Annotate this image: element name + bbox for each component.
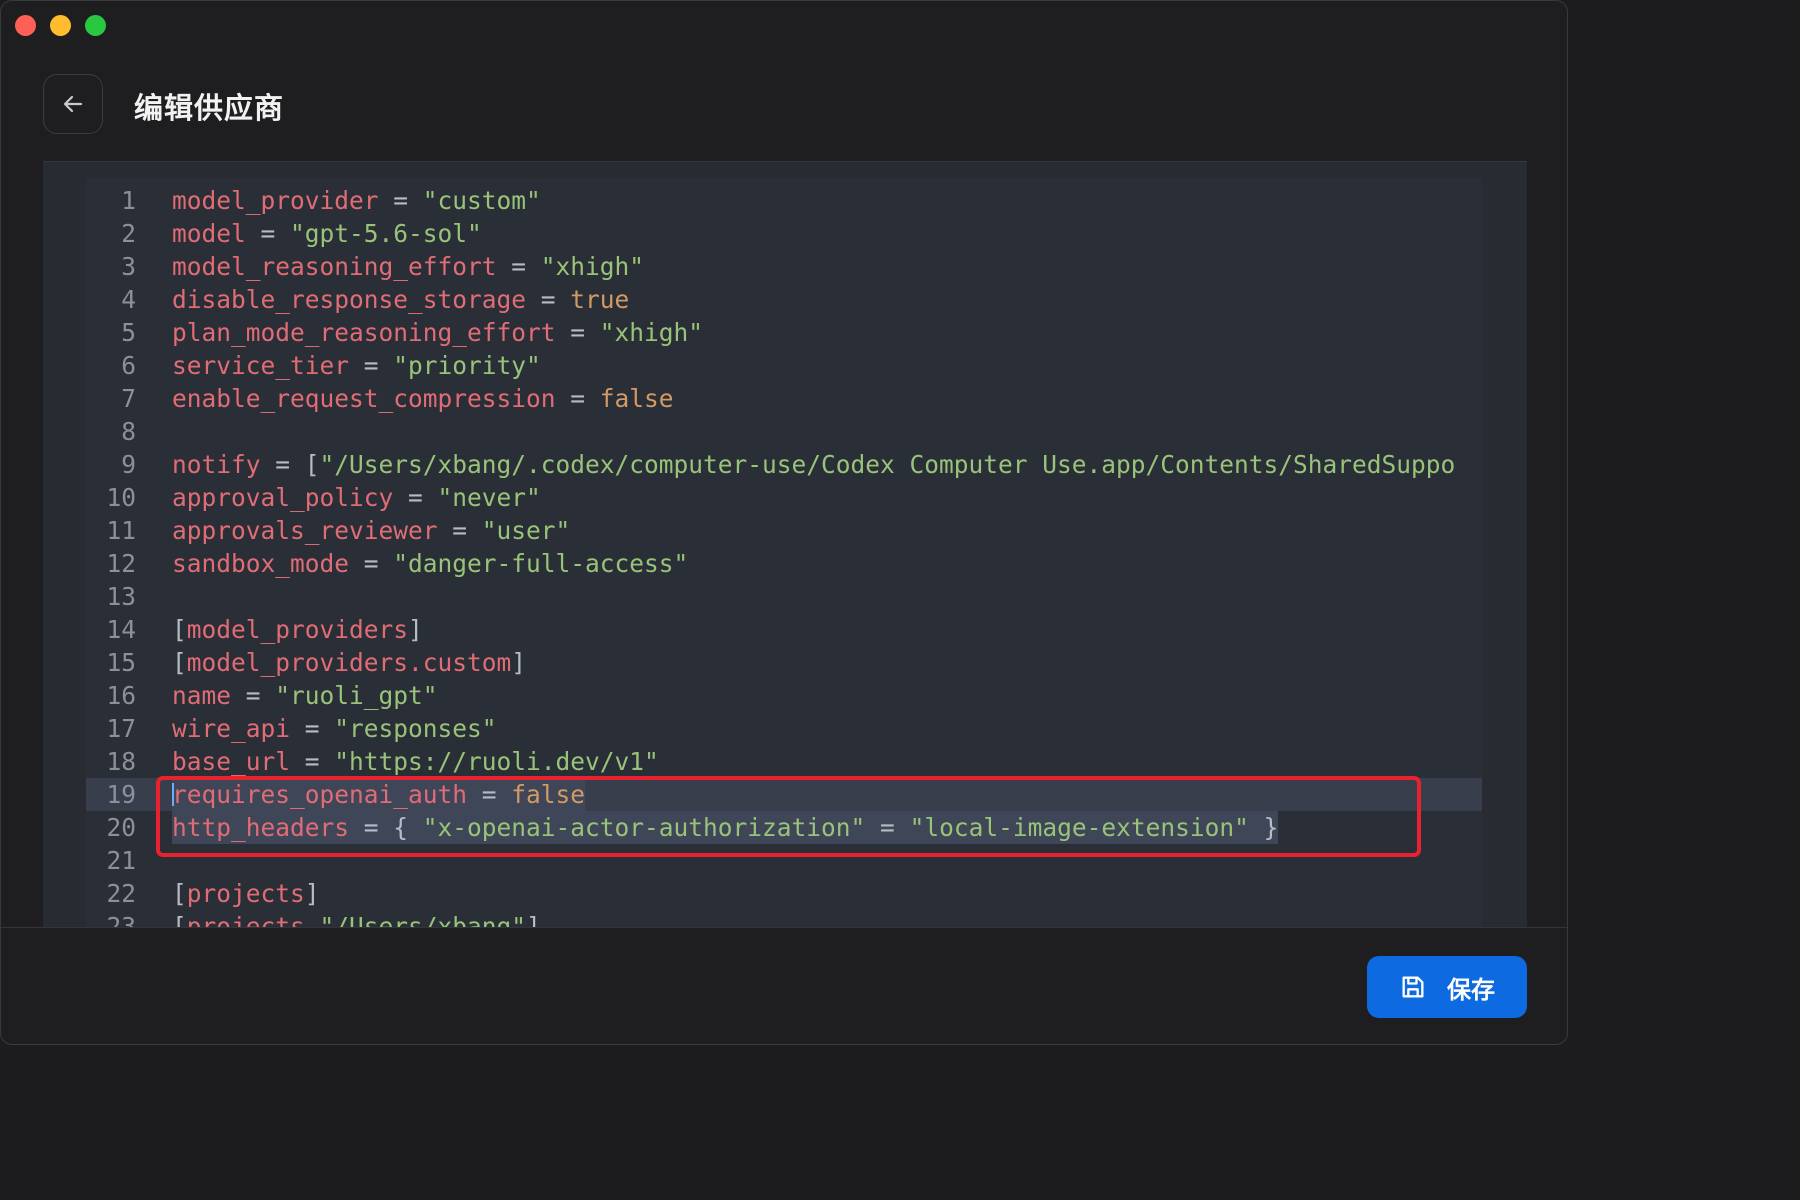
line-number: 22 (106, 879, 136, 908)
close-window-button[interactable] (15, 15, 36, 36)
code-text: http_headers = { "x-openai-actor-authori… (172, 811, 1279, 844)
code-text: notify = ["/Users/xbang/.codex/computer-… (172, 450, 1456, 479)
code-text: service_tier = "priority" (172, 351, 541, 380)
line-number: 17 (106, 714, 136, 743)
line-number: 11 (106, 516, 136, 545)
line-number: 7 (121, 384, 136, 413)
line-number: 12 (106, 549, 136, 578)
code-text: requires_openai_auth = false (172, 778, 586, 811)
line-number: 9 (121, 450, 136, 479)
code-line[interactable]: 16 name = "ruoli_gpt" (86, 679, 1482, 712)
code-line[interactable]: 18 base_url = "https://ruoli.dev/v1" (86, 745, 1482, 778)
minimize-window-button[interactable] (50, 15, 71, 36)
code-line[interactable]: 11 approvals_reviewer = "user" (86, 514, 1482, 547)
code-editor[interactable]: 1 model_provider = "custom" 2 model = "gpt-… (86, 178, 1482, 928)
code-line[interactable]: 7 enable_request_compression = false (86, 382, 1482, 415)
code-text: sandbox_mode = "danger-full-access" (172, 549, 689, 578)
line-number: 15 (106, 648, 136, 677)
line-number: 2 (121, 219, 136, 248)
code-text: model_reasoning_effort = "xhigh" (172, 252, 645, 281)
code-text: [model_providers] (172, 615, 423, 644)
code-text: disable_response_storage = true (172, 285, 630, 314)
code-line[interactable]: 5 plan_mode_reasoning_effort = "xhigh" (86, 316, 1482, 349)
code-line[interactable]: 23 [projects."/Users/xbang"] (86, 910, 1482, 928)
code-text: model_provider = "custom" (172, 186, 541, 215)
code-text: approval_policy = "never" (172, 483, 541, 512)
line-number: 10 (106, 483, 136, 512)
code-line[interactable]: 14 [model_providers] (86, 613, 1482, 646)
code-line[interactable]: 21 (86, 844, 1482, 877)
line-number: 19 (106, 780, 136, 809)
code-text: base_url = "https://ruoli.dev/v1" (172, 747, 659, 776)
code-line[interactable]: 6 service_tier = "priority" (86, 349, 1482, 382)
app-window: 编辑供应商 1 model_provider = "custom" 2 model =… (0, 0, 1568, 1045)
floppy-disk-icon (1402, 976, 1424, 998)
code-text: wire_api = "responses" (172, 714, 497, 743)
line-number: 4 (121, 285, 136, 314)
code-line[interactable]: 19 requires_openai_auth = false (86, 778, 1482, 811)
line-number: 8 (121, 417, 136, 446)
line-number: 23 (106, 912, 136, 928)
code-text: enable_request_compression = false (172, 384, 674, 413)
code-line[interactable]: 12 sandbox_mode = "danger-full-access" (86, 547, 1482, 580)
line-number: 5 (121, 318, 136, 347)
line-number: 20 (106, 813, 136, 842)
page-title: 编辑供应商 (134, 91, 285, 125)
code-line[interactable]: 3 model_reasoning_effort = "xhigh" (86, 250, 1482, 283)
line-number: 6 (121, 351, 136, 380)
line-number: 13 (106, 582, 136, 611)
code-line[interactable]: 2 model = "gpt-5.6-sol" (86, 217, 1482, 250)
code-text: name = "ruoli_gpt" (172, 681, 438, 710)
code-text: approvals_reviewer = "user" (172, 516, 571, 545)
save-button[interactable]: 保存 (1367, 956, 1527, 1018)
footer-divider (1, 927, 1567, 928)
line-number: 16 (106, 681, 136, 710)
line-number: 3 (121, 252, 136, 281)
code-line[interactable]: 20 http_headers = { "x-openai-actor-autho… (86, 811, 1482, 844)
zoom-window-button[interactable] (85, 15, 106, 36)
code-line[interactable]: 13 (86, 580, 1482, 613)
code-line[interactable]: 8 (86, 415, 1482, 448)
code-line[interactable]: 4 disable_response_storage = true (86, 283, 1482, 316)
code-line[interactable]: 9 notify = ["/Users/xbang/.codex/computer… (86, 448, 1482, 481)
code-text: plan_mode_reasoning_effort = "xhigh" (172, 318, 704, 347)
back-button[interactable] (43, 74, 103, 134)
code-line[interactable]: 1 model_provider = "custom" (86, 184, 1482, 217)
code-text: model = "gpt-5.6-sol" (172, 219, 482, 248)
line-number: 21 (106, 846, 136, 875)
code-text: [projects] (172, 879, 320, 908)
line-number: 18 (106, 747, 136, 776)
window-controls (15, 15, 106, 36)
text-caret (172, 783, 174, 806)
editor-panel: 1 model_provider = "custom" 2 model = "gpt-… (43, 161, 1527, 928)
code-text: [model_providers.custom] (172, 648, 527, 677)
save-button-label: 保存 (1447, 975, 1495, 1004)
code-text: [projects."/Users/xbang"] (172, 912, 541, 928)
code-line[interactable]: 10 approval_policy = "never" (86, 481, 1482, 514)
arrow-left-icon (63, 95, 83, 113)
code-line[interactable]: 17 wire_api = "responses" (86, 712, 1482, 745)
code-line[interactable]: 22 [projects] (86, 877, 1482, 910)
code-line[interactable]: 15 [model_providers.custom] (86, 646, 1482, 679)
line-number: 1 (121, 186, 136, 215)
line-number: 14 (106, 615, 136, 644)
